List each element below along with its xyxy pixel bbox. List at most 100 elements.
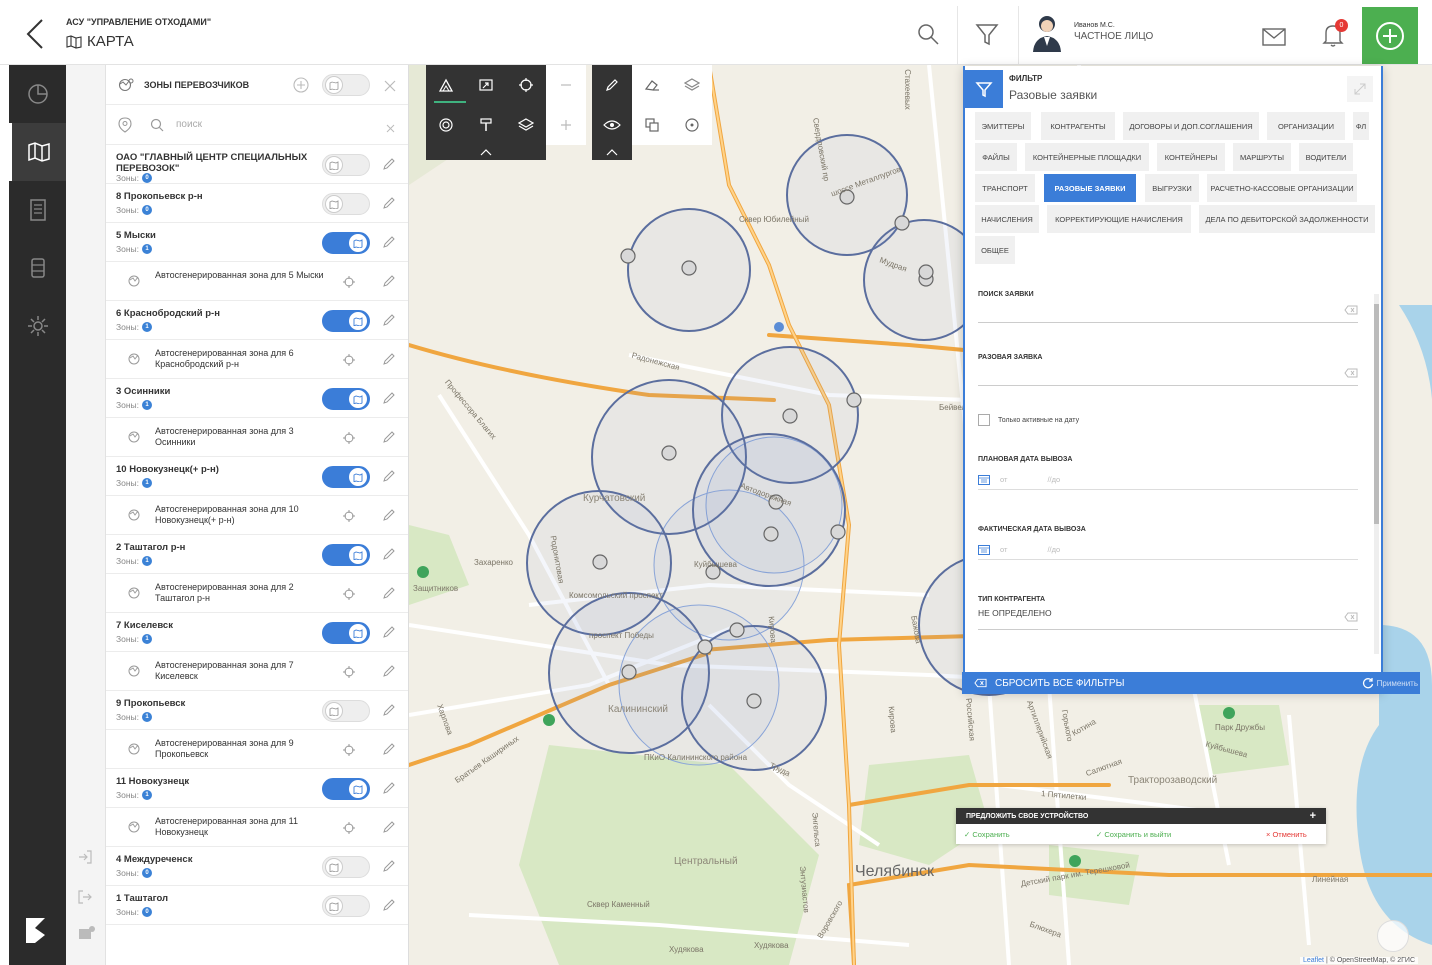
nav-item-map[interactable] xyxy=(9,123,66,181)
zone-row[interactable]: 11 Новокузнецк Зоны: 1 xyxy=(106,769,408,808)
crosshair-icon[interactable] xyxy=(343,588,355,600)
header-filter-button[interactable] xyxy=(975,22,999,48)
zones-search-input[interactable] xyxy=(176,119,336,130)
pencil-icon[interactable] xyxy=(382,586,396,600)
select-area-button[interactable] xyxy=(466,65,506,105)
only-active-checkbox[interactable]: Только активные на дату xyxy=(978,414,1079,426)
user-profile[interactable]: Иванов М.С. ЧАСТНОЕ ЛИЦО xyxy=(1030,12,1153,52)
paint-button[interactable] xyxy=(466,105,506,145)
pencil-icon[interactable] xyxy=(382,625,396,639)
login-icon[interactable] xyxy=(78,850,92,869)
filter-chip[interactable]: ФЛ xyxy=(1353,112,1369,140)
zone-visibility-toggle[interactable] xyxy=(322,466,370,488)
zone-visibility-toggle[interactable] xyxy=(322,310,370,332)
zone-visibility-toggle[interactable] xyxy=(322,895,370,917)
layers-button[interactable] xyxy=(506,105,546,145)
pencil-icon[interactable] xyxy=(382,898,396,912)
add-button[interactable] xyxy=(1362,7,1418,64)
pencil-icon[interactable] xyxy=(382,547,396,561)
filter-chip[interactable]: ДЕЛА ПО ДЕБИТОРСКОЙ ЗАДОЛЖЕННОСТИ xyxy=(1199,205,1375,233)
filter-chip[interactable]: КОРРЕКТИРУЮЩИЕ НАЧИСЛЕНИЯ xyxy=(1047,205,1191,233)
collapse-toolbar-button[interactable] xyxy=(426,145,546,160)
pencil-icon[interactable] xyxy=(382,703,396,717)
visibility-button[interactable] xyxy=(592,105,632,145)
zone-row[interactable]: 3 Осинники Зоны: 1 xyxy=(106,379,408,418)
zone-row[interactable]: 8 Прокопьевск р-н Зоны: 0 xyxy=(106,184,408,223)
zone-visibility-toggle[interactable] xyxy=(322,700,370,722)
collapse-edit-toolbar-button[interactable] xyxy=(592,145,632,160)
close-panel-button[interactable] xyxy=(384,79,396,97)
nav-item-containers[interactable] xyxy=(9,239,66,297)
pencil-icon[interactable] xyxy=(382,508,396,522)
layer-toggle-button[interactable] xyxy=(426,105,466,145)
filter-chip[interactable]: ОРГАНИЗАЦИИ xyxy=(1267,112,1345,140)
planned-date-range[interactable]: от //до xyxy=(978,470,1358,490)
zone-row[interactable]: 6 Краснобродский р-н Зоны: 1 xyxy=(106,301,408,340)
zone-visibility-toggle[interactable] xyxy=(322,388,370,410)
filter-chip[interactable]: ВЫГРУЗКИ xyxy=(1145,174,1199,202)
filter-chip[interactable]: ЭМИТТЕРЫ xyxy=(975,112,1031,140)
nav-item-dashboard[interactable] xyxy=(9,65,66,123)
pencil-icon[interactable] xyxy=(382,859,396,873)
clear-input-icon[interactable] xyxy=(1344,612,1358,622)
leaflet-link[interactable]: Leaflet xyxy=(1303,957,1324,964)
filter-chip[interactable]: ФАЙЛЫ xyxy=(975,143,1017,171)
crosshair-icon[interactable] xyxy=(343,276,355,288)
zone-row[interactable]: 4 Междуреченск Зоны: 0 xyxy=(106,847,408,886)
filter-chip[interactable]: КОНТЕЙНЕРНЫЕ ПЛОЩАДКИ xyxy=(1025,143,1149,171)
apply-filters-button[interactable]: Применить xyxy=(1362,677,1418,689)
copy-shape-button[interactable] xyxy=(632,105,672,145)
filter-chip[interactable]: МАРШРУТЫ xyxy=(1233,143,1291,171)
logout-icon[interactable] xyxy=(78,890,92,909)
pencil-icon[interactable] xyxy=(382,469,396,483)
actual-date-range[interactable]: от //до xyxy=(978,540,1358,560)
zone-subitem-row[interactable]: Автосгенерированная зона для 10 Новокузн… xyxy=(106,496,408,535)
add-device-icon[interactable]: + xyxy=(1310,810,1316,822)
pencil-icon[interactable] xyxy=(382,742,396,756)
pencil-icon[interactable] xyxy=(382,391,396,405)
crosshair-icon[interactable] xyxy=(343,822,355,834)
pencil-icon[interactable] xyxy=(382,664,396,678)
pencil-icon[interactable] xyxy=(382,352,396,366)
back-button[interactable] xyxy=(18,14,52,54)
reset-filters-button[interactable]: СБРОСИТЬ ВСЕ ФИЛЬТРЫ xyxy=(974,678,1124,689)
zone-visibility-toggle[interactable] xyxy=(322,232,370,254)
measure-area-button[interactable] xyxy=(426,65,466,105)
crosshair-icon[interactable] xyxy=(343,354,355,366)
clear-input-icon[interactable] xyxy=(1344,305,1358,315)
search-request-input[interactable] xyxy=(978,301,1358,323)
pencil-icon[interactable] xyxy=(382,820,396,834)
filter-chip[interactable]: НАЧИСЛЕНИЯ xyxy=(975,205,1039,233)
zone-row[interactable]: 2 Таштагол р-н Зоны: 1 xyxy=(106,535,408,574)
filter-chip[interactable]: КОНТЕЙНЕРЫ xyxy=(1157,143,1225,171)
zone-subitem-row[interactable]: Автосгенерированная зона для 3 Осинники xyxy=(106,418,408,457)
zone-subitem-row[interactable]: Автосгенерированная зона для 2 Таштагол … xyxy=(106,574,408,613)
pencil-icon[interactable] xyxy=(382,313,396,327)
save-button[interactable]: ✓ Сохранить xyxy=(964,830,1010,839)
chat-icon[interactable] xyxy=(78,925,96,946)
crosshair-icon[interactable] xyxy=(343,510,355,522)
zone-visibility-toggle[interactable] xyxy=(322,544,370,566)
zone-subitem-row[interactable]: Автосгенерированная зона для 9 Прокопьев… xyxy=(106,730,408,769)
zone-subitem-row[interactable]: Автосгенерированная зона для 5 Мыски xyxy=(106,262,408,301)
clear-search-button[interactable] xyxy=(386,120,395,138)
zone-subitem-row[interactable]: Автосгенерированная зона для 6 Краснобро… xyxy=(106,340,408,379)
center-button[interactable] xyxy=(672,105,712,145)
nav-item-settings[interactable] xyxy=(9,297,66,355)
messages-button[interactable] xyxy=(1262,28,1286,46)
pencil-icon[interactable] xyxy=(382,235,396,249)
zone-row[interactable]: ОАО "ГЛАВНЫЙ ЦЕНТР СПЕЦИАЛЬНЫХ ПЕРЕВОЗОК… xyxy=(106,145,408,184)
pencil-icon[interactable] xyxy=(382,196,396,210)
zoom-out-button[interactable] xyxy=(546,65,586,105)
pencil-icon[interactable] xyxy=(382,430,396,444)
filter-chip[interactable]: ОБЩЕЕ xyxy=(975,236,1015,264)
clear-input-icon[interactable] xyxy=(1344,368,1358,378)
zone-row[interactable]: 9 Прокопьевск Зоны: 1 xyxy=(106,691,408,730)
zone-visibility-toggle[interactable] xyxy=(322,193,370,215)
pencil-icon[interactable] xyxy=(382,157,396,171)
zone-subitem-row[interactable]: Автосгенерированная зона для 11 Новокузн… xyxy=(106,808,408,847)
eraser-button[interactable] xyxy=(632,65,672,105)
contractor-type-select[interactable]: НЕ ОПРЕДЕЛЕНО xyxy=(978,608,1358,630)
pencil-icon[interactable] xyxy=(382,274,396,288)
zone-visibility-toggle[interactable] xyxy=(322,778,370,800)
